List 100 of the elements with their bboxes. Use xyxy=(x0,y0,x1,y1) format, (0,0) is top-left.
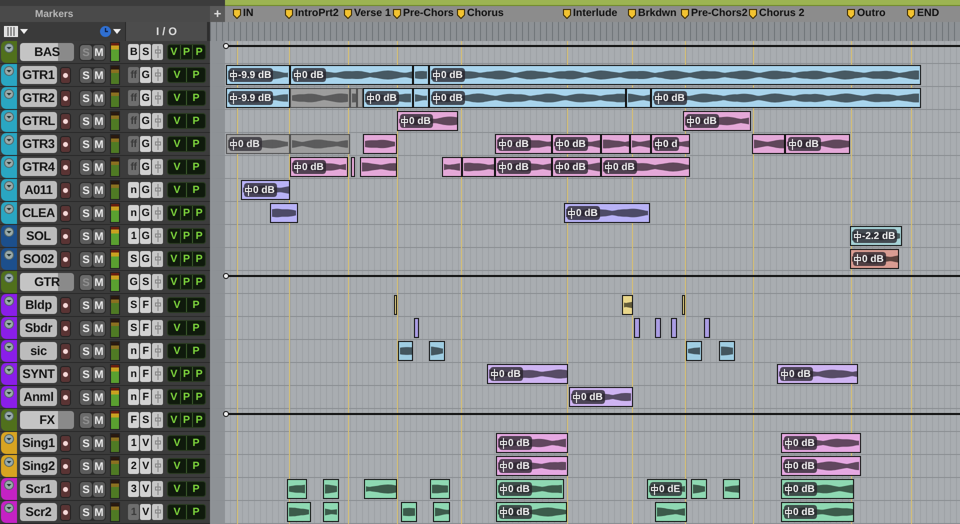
audio-clip[interactable]: 0 dB xyxy=(564,203,650,223)
marker[interactable]: Pre-Chors xyxy=(393,7,454,20)
io-button[interactable]: B xyxy=(128,44,139,60)
io-button[interactable]: F xyxy=(140,389,151,405)
view-buttons[interactable]: V P xyxy=(167,67,206,83)
mute-button[interactable]: M xyxy=(93,390,105,405)
io-button[interactable]: V xyxy=(140,504,151,520)
audio-clip[interactable]: -9.9 dB xyxy=(226,88,290,108)
track-name[interactable]: SOL xyxy=(20,227,57,245)
mute-button[interactable]: M xyxy=(93,252,105,267)
io-button[interactable]: n xyxy=(128,205,139,221)
view-buttons[interactable]: V P xyxy=(167,113,206,129)
view-toggle[interactable]: P xyxy=(192,390,206,404)
view-toggle[interactable]: V xyxy=(168,298,186,312)
mute-button[interactable]: M xyxy=(93,114,105,129)
io-button[interactable]: F xyxy=(140,320,151,336)
audio-clip[interactable]: 0 dB xyxy=(226,134,290,154)
view-buttons[interactable]: V P P xyxy=(167,44,206,60)
solo-button[interactable]: S xyxy=(80,344,92,359)
audio-clip[interactable]: 0 dB xyxy=(552,157,601,177)
solo-button[interactable]: S xyxy=(80,137,92,152)
io-button[interactable]: n xyxy=(128,389,139,405)
mute-button[interactable]: M xyxy=(93,183,105,198)
track-name[interactable]: A011 xyxy=(20,181,57,199)
view-toggle[interactable]: P xyxy=(192,275,206,289)
view-toggle[interactable]: P xyxy=(186,114,205,128)
view-buttons[interactable]: V P xyxy=(167,136,206,152)
io-button[interactable]: G xyxy=(140,159,151,175)
audio-clip[interactable]: 0 dB xyxy=(569,387,633,407)
track-name[interactable]: Anml xyxy=(20,388,57,406)
view-toggle[interactable]: P xyxy=(180,252,192,266)
mute-button[interactable]: M xyxy=(93,229,105,244)
io-button[interactable]: 2 xyxy=(128,458,139,474)
solo-button[interactable]: S xyxy=(80,482,92,497)
audio-clip[interactable]: 0 dB xyxy=(496,456,568,476)
mute-button[interactable]: M xyxy=(93,91,105,106)
io-button[interactable]: F xyxy=(140,343,151,359)
audio-clip[interactable]: 0 dB xyxy=(552,134,601,154)
io-button[interactable]: 1 xyxy=(128,228,139,244)
mute-button[interactable]: M xyxy=(93,482,105,497)
view-buttons[interactable]: V P xyxy=(167,481,206,497)
io-button[interactable]: G xyxy=(128,274,139,290)
view-buttons[interactable]: V P P xyxy=(167,366,206,382)
audio-clip[interactable]: 0 dB xyxy=(429,65,921,85)
view-toggle[interactable]: V xyxy=(168,45,180,59)
audio-clip[interactable]: 0 dB xyxy=(496,433,568,453)
audio-clip[interactable]: 0 dB xyxy=(651,88,921,108)
io-button[interactable]: V xyxy=(140,458,151,474)
audio-clip[interactable]: -2.2 dB xyxy=(850,226,902,246)
view-toggle[interactable]: P xyxy=(192,206,206,220)
view-toggle[interactable]: P xyxy=(186,321,205,335)
view-toggle[interactable]: V xyxy=(168,183,186,197)
audio-clip[interactable]: 0 dB xyxy=(496,479,564,499)
view-toggle[interactable]: P xyxy=(180,206,192,220)
view-toggle[interactable]: V xyxy=(168,459,186,473)
track-name[interactable]: BAS xyxy=(20,43,74,61)
view-buttons[interactable]: V P xyxy=(167,435,206,451)
solo-button[interactable]: S xyxy=(80,229,92,244)
view-toggle[interactable]: P xyxy=(186,183,205,197)
view-toggle[interactable]: V xyxy=(168,413,180,427)
mute-button[interactable]: M xyxy=(93,45,105,60)
view-toggle[interactable]: V xyxy=(168,482,186,496)
mute-button[interactable]: M xyxy=(93,459,105,474)
view-toggle[interactable]: P xyxy=(192,367,206,381)
audio-clip[interactable]: 0 dB xyxy=(777,364,858,384)
io-button[interactable]: G xyxy=(140,205,151,221)
view-toggle[interactable]: P xyxy=(180,367,192,381)
view-toggle[interactable]: P xyxy=(180,413,192,427)
io-button[interactable]: n xyxy=(128,366,139,382)
track-name[interactable]: GTR1 xyxy=(20,66,57,84)
io-button[interactable]: S xyxy=(140,44,151,60)
io-button[interactable]: 3 xyxy=(128,481,139,497)
io-button[interactable]: S xyxy=(128,251,139,267)
view-buttons[interactable]: V P xyxy=(167,159,206,175)
track-name[interactable]: SO02 xyxy=(20,250,57,268)
audio-clip[interactable]: 0 dB xyxy=(290,65,413,85)
view-toggle[interactable]: V xyxy=(168,206,180,220)
audio-clip[interactable]: -9.9 dB xyxy=(226,65,290,85)
view-toggle[interactable]: P xyxy=(186,68,205,82)
io-button[interactable]: F xyxy=(128,412,139,428)
marker[interactable]: IntroPrt2 xyxy=(285,7,339,20)
audio-clip[interactable]: 0 dB xyxy=(781,433,861,453)
audio-clip[interactable]: 0 dB xyxy=(363,88,413,108)
mute-button[interactable]: M xyxy=(93,275,105,290)
track-name[interactable]: Sing2 xyxy=(20,457,57,475)
track-name[interactable]: CLEA xyxy=(20,204,57,222)
view-buttons[interactable]: V P xyxy=(167,90,206,106)
io-button[interactable]: S xyxy=(140,412,151,428)
solo-button[interactable]: S xyxy=(80,367,92,382)
io-button[interactable]: G xyxy=(140,90,151,106)
audio-clip[interactable]: 0 dB xyxy=(290,157,348,177)
track-name[interactable]: FX xyxy=(20,411,74,429)
audio-clip[interactable]: 0 dB xyxy=(785,134,850,154)
add-marker-button[interactable]: + xyxy=(210,6,225,22)
audio-clip[interactable]: 0 dB xyxy=(487,364,568,384)
io-button[interactable]: G xyxy=(140,136,151,152)
view-toggle[interactable]: P xyxy=(192,229,206,243)
mute-button[interactable]: M xyxy=(93,367,105,382)
view-toggle[interactable]: P xyxy=(192,252,206,266)
mute-button[interactable]: M xyxy=(93,137,105,152)
